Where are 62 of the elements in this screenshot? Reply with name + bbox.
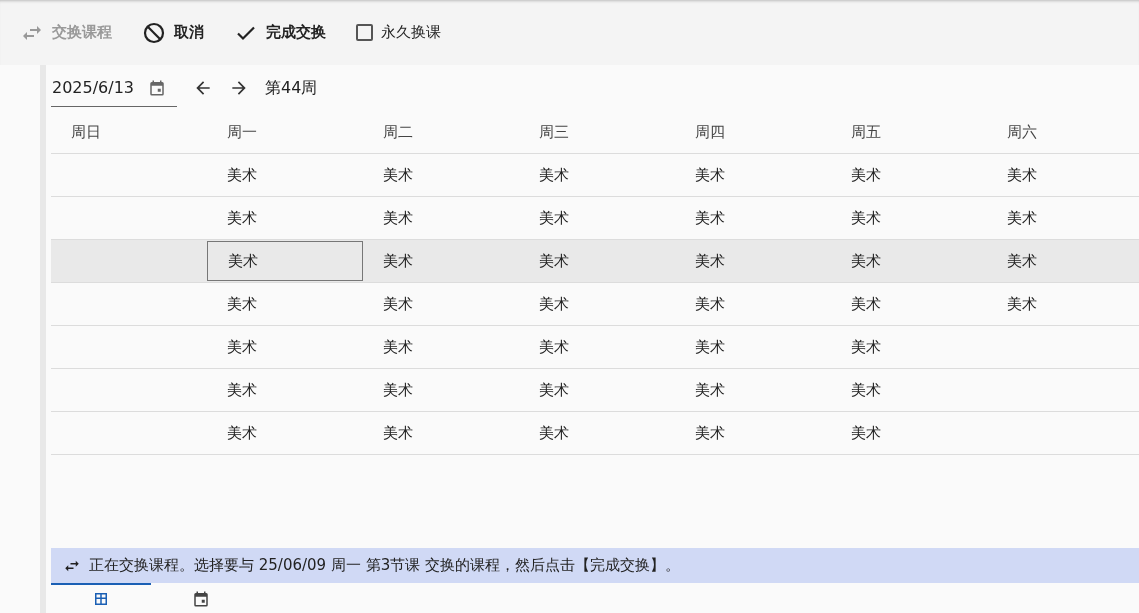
- table-row[interactable]: 美术 美术 美术 美术 美术: [51, 412, 1139, 455]
- table-cell[interactable]: 美术: [675, 240, 831, 282]
- table-cell[interactable]: 美术: [987, 283, 1139, 325]
- week-label: 第44周: [265, 77, 318, 99]
- table-cell[interactable]: 美术: [675, 283, 831, 325]
- table-cell[interactable]: 美术: [519, 326, 675, 368]
- cancel-icon: [142, 20, 166, 45]
- table-cell[interactable]: 美术: [831, 412, 987, 454]
- toolbar-button[interactable]: 完成交换: [230, 14, 338, 51]
- table-icon: [92, 590, 110, 608]
- table-cell[interactable]: 美术: [675, 326, 831, 368]
- checkbox[interactable]: 永久换课: [352, 17, 453, 48]
- table-cell[interactable]: 美术: [207, 369, 363, 411]
- table-cell[interactable]: 美术: [831, 197, 987, 239]
- selected-cell[interactable]: 美术: [207, 241, 363, 281]
- table-cell[interactable]: 美术: [675, 369, 831, 411]
- table-cell[interactable]: 美术: [207, 283, 363, 325]
- table-cell[interactable]: 美术: [675, 412, 831, 454]
- column-header: 周二: [382, 121, 414, 143]
- info-message: 正在交换课程。选择要与 25/06/09 周一 第3节课 交换的课程，然后点击【完成交换】。: [89, 556, 680, 575]
- column-header: 周一: [226, 121, 258, 143]
- table-cell[interactable]: 美术: [519, 197, 675, 239]
- date-field[interactable]: 2025/6/13: [51, 69, 177, 107]
- table-cell[interactable]: 美术: [675, 154, 831, 196]
- table-cell[interactable]: 美术: [987, 154, 1139, 196]
- table-row[interactable]: 美术 美术 美术 美术 美术: [51, 369, 1139, 412]
- table-cell[interactable]: 美术: [207, 197, 363, 239]
- table-cell[interactable]: 美术: [831, 283, 987, 325]
- table-row[interactable]: 美术 美术 美术 美术 美术 美术: [51, 154, 1139, 197]
- table-cell[interactable]: 美术: [363, 369, 519, 411]
- column-header: 周三: [538, 121, 570, 143]
- table-cell[interactable]: 美术: [363, 326, 519, 368]
- table-cell[interactable]: 美术: [363, 154, 519, 196]
- table-cell[interactable]: 美术: [831, 240, 987, 282]
- table-cell[interactable]: 美术: [363, 240, 519, 282]
- table-row[interactable]: 美术 美术 美术 美术 美术 美术: [51, 283, 1139, 326]
- table-cell[interactable]: 美术: [831, 369, 987, 411]
- table-cell[interactable]: 美术: [363, 197, 519, 239]
- table-cell[interactable]: 美术: [207, 154, 363, 196]
- table-cell[interactable]: 美术: [363, 283, 519, 325]
- column-header: 周五: [850, 121, 882, 143]
- table-cell[interactable]: 美术: [987, 197, 1139, 239]
- column-header: 周四: [694, 121, 726, 143]
- table-cell[interactable]: 美术: [363, 412, 519, 454]
- table-cell[interactable]: 美术: [519, 283, 675, 325]
- table-cell[interactable]: 美术: [831, 154, 987, 196]
- table-row[interactable]: 美术 美术 美术 美术 美术 美术: [51, 240, 1139, 283]
- table-cell[interactable]: 美术: [519, 240, 675, 282]
- column-header: 周日: [70, 121, 102, 143]
- table-cell[interactable]: 美术: [519, 369, 675, 411]
- table-cell[interactable]: 美术: [519, 412, 675, 454]
- toolbar-button[interactable]: 取消: [138, 14, 216, 51]
- table-cell[interactable]: 美术: [207, 326, 363, 368]
- calendar-icon: [192, 590, 210, 608]
- table-cell[interactable]: 美术: [519, 154, 675, 196]
- table-row[interactable]: 美术 美术 美术 美术 美术: [51, 326, 1139, 369]
- table-cell[interactable]: 美术: [675, 197, 831, 239]
- calendar-icon[interactable]: [148, 78, 167, 97]
- table-cell[interactable]: 美术: [987, 240, 1139, 282]
- table-cell[interactable]: 美术: [831, 326, 987, 368]
- table-cell[interactable]: 美术: [207, 412, 363, 454]
- column-header: 周六: [1006, 121, 1038, 143]
